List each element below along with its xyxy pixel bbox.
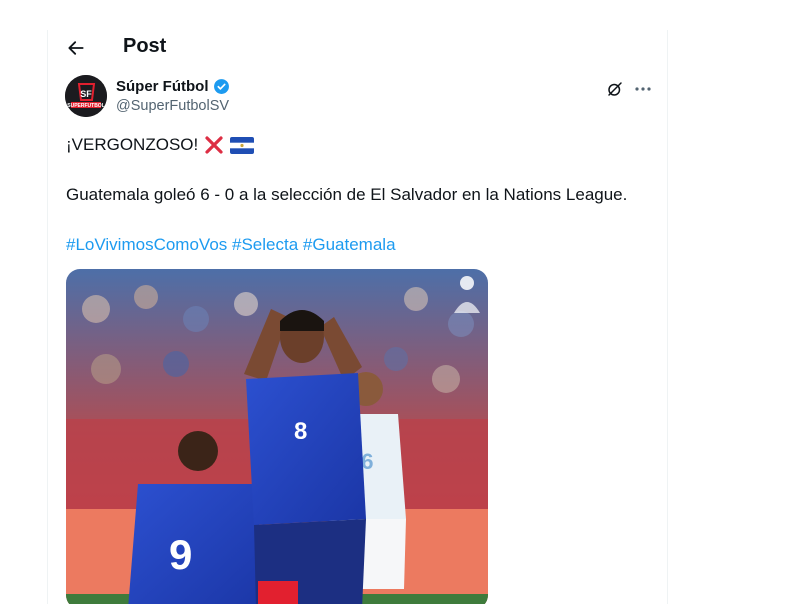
- back-arrow-icon: [68, 41, 84, 55]
- grok-icon: [608, 82, 622, 96]
- el-salvador-flag-emoji: [230, 136, 255, 154]
- cross-mark-emoji: [205, 136, 223, 154]
- back-button[interactable]: [62, 34, 90, 62]
- tweet-media-image[interactable]: 16 9 8: [66, 269, 488, 604]
- more-dots-icon: [635, 87, 651, 91]
- post-column: Post SF SUPERFUTBOL Súper Fútbol @SuperF…: [47, 30, 668, 604]
- jersey-number: 9: [169, 531, 192, 578]
- hashtag-link[interactable]: #LoVivimosComoVos: [66, 235, 227, 254]
- grok-button[interactable]: [604, 78, 626, 100]
- hashtag-link[interactable]: #Guatemala: [303, 235, 396, 254]
- player-el-salvador-8: 8: [244, 309, 366, 604]
- tweet-hashtags: #LoVivimosComoVos #Selecta #Guatemala: [66, 235, 396, 255]
- svg-text:SUPERFUTBOL: SUPERFUTBOL: [67, 103, 105, 109]
- hashtag-link[interactable]: #Selecta: [232, 235, 298, 254]
- super-futbol-logo: SF SUPERFUTBOL: [65, 75, 107, 117]
- svg-text:SF: SF: [80, 89, 92, 99]
- author-handle[interactable]: @SuperFutbolSV: [116, 98, 230, 114]
- jersey-number: 8: [294, 418, 307, 445]
- tweet-text-line-1: ¡VERGONZOSO!: [66, 135, 255, 155]
- post-header: Post: [48, 30, 667, 64]
- tweet-body-text: Guatemala goleó 6 - 0 a la selección de …: [66, 185, 628, 204]
- verified-badge-icon: [213, 79, 229, 94]
- author-block: Súper Fútbol @SuperFutbolSV: [116, 78, 230, 114]
- more-options-button[interactable]: [631, 78, 655, 100]
- display-name[interactable]: Súper Fútbol: [116, 78, 209, 95]
- football-players-photo: 16 9 8: [66, 269, 488, 604]
- avatar[interactable]: SF SUPERFUTBOL: [65, 75, 107, 117]
- tweet-headline: ¡VERGONZOSO!: [66, 135, 199, 154]
- page-title: Post: [123, 35, 167, 57]
